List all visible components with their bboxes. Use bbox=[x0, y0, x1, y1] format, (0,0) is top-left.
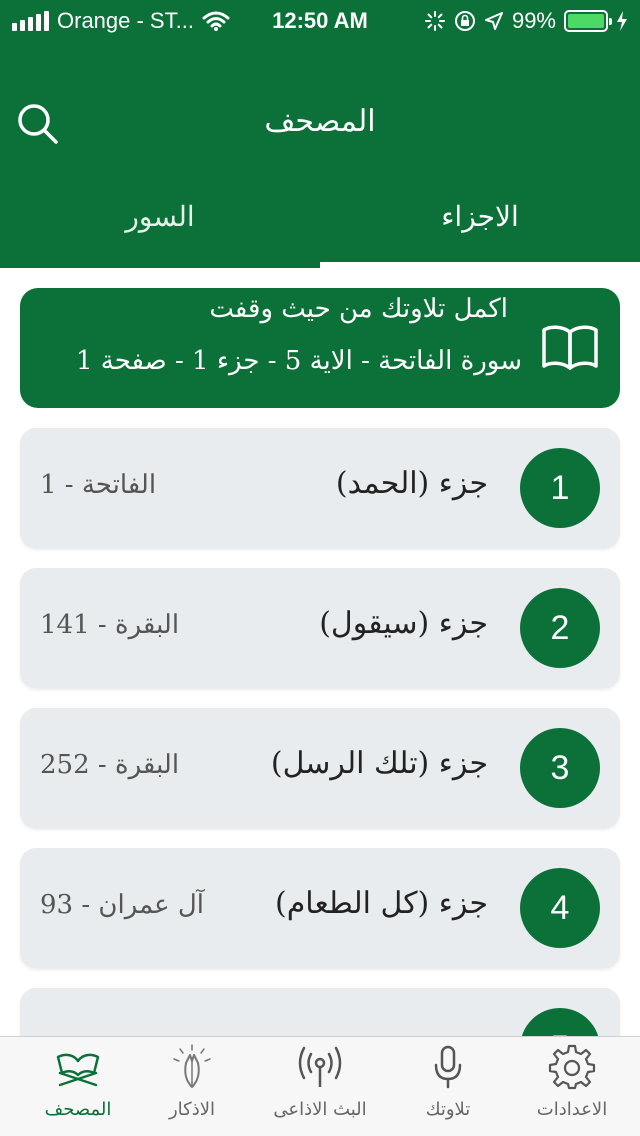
gear-icon bbox=[548, 1044, 596, 1090]
juz-name: جزء (الحمد) bbox=[335, 466, 488, 501]
juz-number-badge: 3 bbox=[520, 728, 600, 808]
tabbar-item-mushaf[interactable]: المصحف bbox=[14, 1037, 142, 1136]
juz-number-badge: 2 bbox=[520, 588, 600, 668]
juz-number-badge: 4 bbox=[520, 868, 600, 948]
juz-start-verse: آل عمران - 93 bbox=[40, 890, 204, 920]
juz-name: جزء (تلك الرسل) bbox=[270, 746, 488, 781]
quran-stand-icon bbox=[56, 1053, 100, 1087]
bottom-tab-bar: المصحف الاذكار البث الاذاعى تلاوتك الاعد… bbox=[0, 1036, 640, 1136]
tabbar-label: المصحف bbox=[44, 1099, 112, 1120]
tab-ajza[interactable]: الاجزاء bbox=[320, 178, 640, 268]
juz-start-verse: الفاتحة - 1 bbox=[40, 470, 157, 500]
list-item[interactable]: 1 جزء (الحمد) الفاتحة - 1 bbox=[20, 428, 620, 548]
activity-spinner-icon bbox=[424, 11, 445, 31]
juz-list: 1 جزء (الحمد) الفاتحة - 1 2 جزء (سيقول) … bbox=[20, 428, 620, 1128]
status-bar: Orange - ST... 12:50 AM 99% bbox=[0, 0, 640, 40]
tab-active-indicator bbox=[320, 262, 640, 268]
battery-percent: 99% bbox=[511, 8, 556, 33]
tab-suwar[interactable]: السور bbox=[0, 178, 320, 268]
page-title: المصحف bbox=[264, 104, 376, 139]
open-book-icon bbox=[542, 325, 598, 370]
status-bar-right: 99% bbox=[424, 8, 628, 34]
resume-reading-card[interactable]: اكمل تلاوتك من حيث وقفت سورة الفاتحة - ا… bbox=[20, 288, 620, 408]
list-item[interactable]: 4 جزء (كل الطعام) آل عمران - 93 bbox=[20, 848, 620, 968]
tabbar-label: الاذكار bbox=[168, 1099, 216, 1120]
resume-title: اكمل تلاوتك من حيث وقفت bbox=[209, 294, 508, 324]
tabbar-item-settings[interactable]: الاعدادات bbox=[508, 1037, 636, 1136]
tabbar-item-azkar[interactable]: الاذكار bbox=[128, 1037, 256, 1136]
orientation-lock-icon bbox=[454, 11, 475, 31]
tabbar-label: الاعدادات bbox=[536, 1099, 608, 1120]
charging-bolt-icon bbox=[617, 11, 627, 31]
list-item[interactable]: 2 جزء (سيقول) البقرة - 141 bbox=[20, 568, 620, 688]
juz-name: جزء (كل الطعام) bbox=[275, 886, 488, 921]
tabbar-label: تلاوتك bbox=[425, 1099, 471, 1120]
juz-name: جزء (سيقول) bbox=[319, 606, 488, 641]
list-item[interactable]: 3 جزء (تلك الرسل) البقرة - 252 bbox=[20, 708, 620, 828]
radio-broadcast-icon bbox=[298, 1046, 342, 1087]
tabbar-item-radio[interactable]: البث الاذاعى bbox=[256, 1037, 384, 1136]
location-arrow-icon bbox=[484, 12, 503, 30]
juz-start-verse: البقرة - 252 bbox=[40, 750, 180, 780]
resume-detail: سورة الفاتحة - الاية 5 - جزء 1 - صفحة 1 bbox=[75, 346, 522, 376]
microphone-icon bbox=[434, 1045, 462, 1089]
app-header: Orange - ST... 12:50 AM 99% المصحف الاجز… bbox=[0, 0, 640, 268]
tabbar-item-tilawa[interactable]: تلاوتك bbox=[384, 1037, 512, 1136]
juz-number-badge: 1 bbox=[520, 448, 600, 528]
tabbar-label: البث الاذاعى bbox=[273, 1099, 367, 1120]
praying-hands-icon bbox=[173, 1044, 211, 1088]
juz-start-verse: البقرة - 141 bbox=[40, 610, 180, 640]
battery-icon bbox=[564, 10, 612, 32]
segment-tabs: الاجزاء السور bbox=[0, 178, 640, 268]
